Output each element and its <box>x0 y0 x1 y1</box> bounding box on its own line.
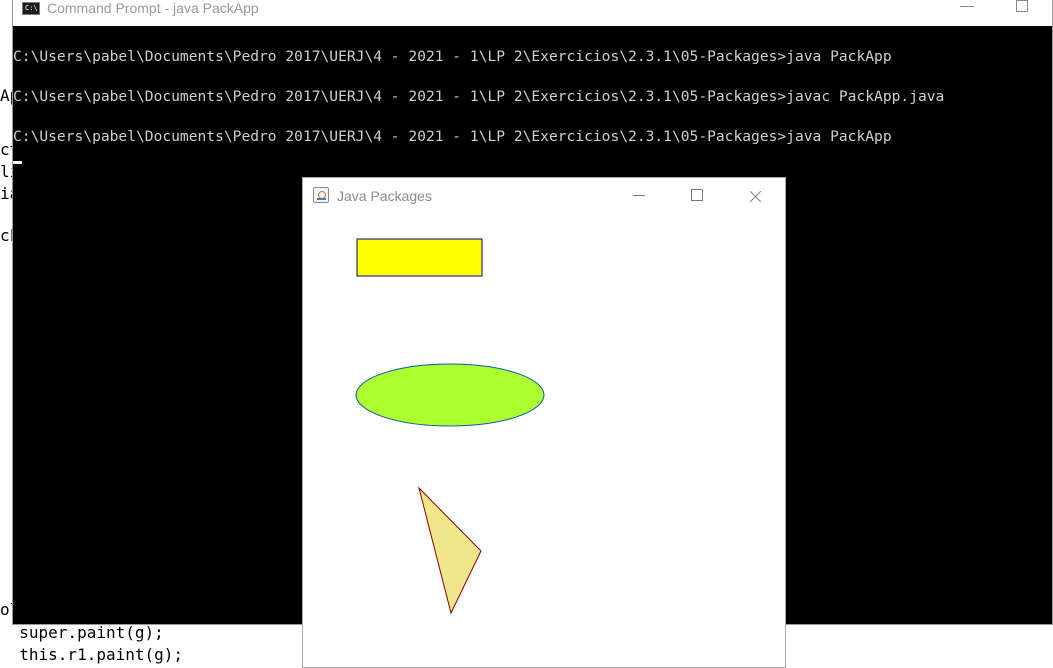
cmd-titlebar[interactable]: C:\ Command Prompt - java PackApp <box>13 0 1052 26</box>
khaki-triangle <box>418 486 482 615</box>
green-ellipse <box>355 363 545 427</box>
console-line: C:\Users\pabel\Documents\Pedro 2017\UERJ… <box>13 88 945 105</box>
code-line: super.paint(g); <box>0 623 164 642</box>
code-line: this.r1.paint(g); <box>0 645 184 664</box>
console-line: C:\Users\pabel\Documents\Pedro 2017\UERJ… <box>13 48 892 65</box>
console-cursor <box>13 161 22 164</box>
cmd-window-title: Command Prompt - java PackApp <box>47 0 259 16</box>
terminal-icon-label: C:\ <box>25 4 38 12</box>
maximize-button[interactable] <box>1014 0 1030 13</box>
terminal-icon: C:\ <box>22 2 40 15</box>
drawing-canvas <box>355 238 545 615</box>
java-packages-window[interactable]: Java Packages <box>302 177 786 668</box>
minimize-button[interactable] <box>956 0 980 15</box>
yellow-rectangle <box>356 238 483 277</box>
console-line: C:\Users\pabel\Documents\Pedro 2017\UERJ… <box>13 128 892 145</box>
